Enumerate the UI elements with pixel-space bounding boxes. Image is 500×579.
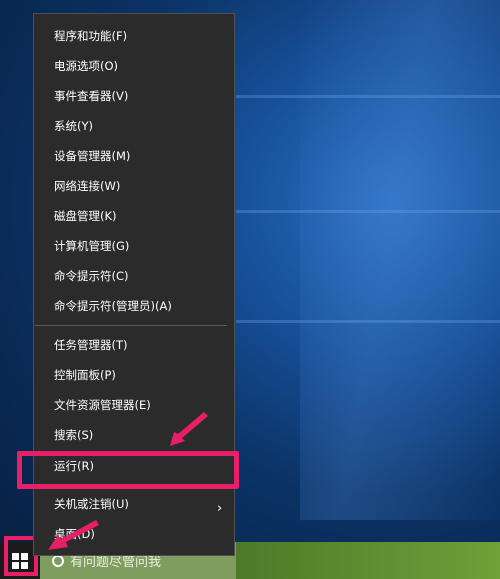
menu-item-power-options[interactable]: 电源选项(O) (54, 58, 118, 74)
annotation-arrow-icon (170, 412, 208, 446)
menu-item-search[interactable]: 搜索(S) (54, 427, 93, 443)
menu-item-shutdown-signout[interactable]: 关机或注销(U) (54, 496, 129, 512)
menu-item-task-manager[interactable]: 任务管理器(T) (54, 337, 128, 353)
menu-item-event-viewer[interactable]: 事件查看器(V) (54, 88, 128, 104)
desktop-pane-line (236, 210, 500, 213)
menu-item-device-manager[interactable]: 设备管理器(M) (54, 148, 130, 164)
menu-item-programs-features[interactable]: 程序和功能(F) (54, 28, 127, 44)
menu-item-command-prompt[interactable]: 命令提示符(C) (54, 268, 129, 284)
menu-item-command-prompt-admin[interactable]: 命令提示符(管理员)(A) (54, 298, 172, 314)
menu-item-system[interactable]: 系统(Y) (54, 118, 93, 134)
menu-item-file-explorer[interactable]: 文件资源管理器(E) (54, 397, 151, 413)
chevron-right-icon: › (217, 501, 223, 516)
menu-item-disk-management[interactable]: 磁盘管理(K) (54, 208, 117, 224)
annotation-arrow-icon (48, 520, 99, 550)
search-icon (52, 554, 64, 567)
run-item-highlight (17, 451, 239, 489)
menu-item-control-panel[interactable]: 控制面板(P) (54, 367, 116, 383)
menu-separator (35, 325, 227, 326)
desktop-pane-line (236, 320, 500, 323)
taskbar-background (236, 542, 500, 579)
menu-item-computer-management[interactable]: 计算机管理(G) (54, 238, 129, 254)
menu-item-network-connections[interactable]: 网络连接(W) (54, 178, 120, 194)
desktop-pane-line (236, 95, 500, 98)
desktop-light-beam (300, 0, 500, 520)
